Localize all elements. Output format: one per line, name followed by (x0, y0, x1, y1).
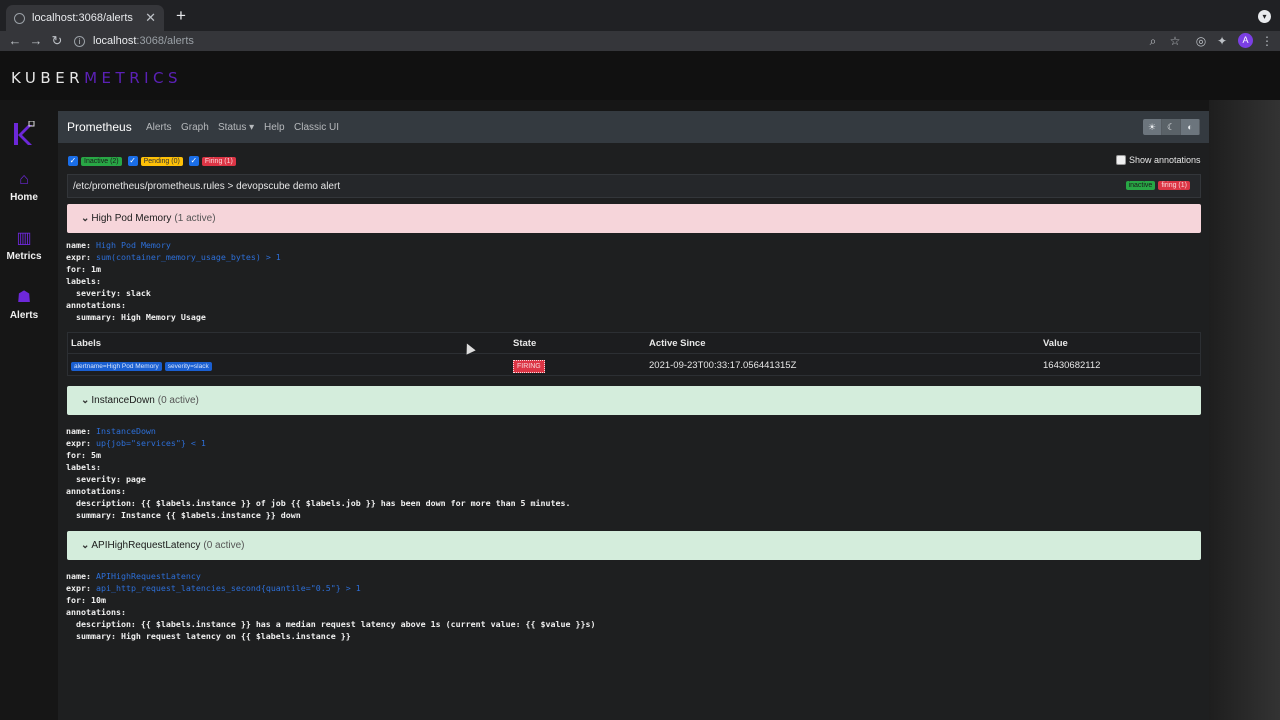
sidebar-item-home[interactable]: ⌂ Home (0, 171, 48, 204)
checkbox-icon[interactable]: ✓ (127, 156, 138, 166)
filter-inactive[interactable]: ✓ Inactive (2) (68, 155, 122, 167)
alert-value: 16430682112 (1043, 360, 1101, 371)
nav-link-alerts[interactable]: Alerts (146, 122, 172, 133)
table-header: Labels State Active Since Value (68, 333, 1200, 354)
metrics-icon: ▥ (16, 230, 32, 247)
nav-link-status[interactable]: Status ▾ (218, 122, 254, 133)
alert-api-high-request-latency[interactable]: ⌄ APIHighRequestLatency (0 active) (67, 531, 1201, 560)
puzzle-icon[interactable]: ✦ (1214, 32, 1230, 50)
prometheus-brand[interactable]: Prometheus (67, 120, 132, 134)
rule-file-header: /etc/prometheus/prometheus.rules > devop… (67, 174, 1201, 198)
moon-icon[interactable]: ☾ (1162, 119, 1181, 135)
checkbox-unchecked[interactable] (1116, 155, 1126, 165)
chevron-down-icon: ⌄ (81, 213, 90, 224)
page-scroll-region[interactable] (1209, 100, 1280, 720)
tab-title: localhost:3068/alerts (32, 12, 133, 24)
chevron-down-icon[interactable]: ▾ (1258, 10, 1271, 23)
state-filters: ✓ Inactive (2) ✓ Pending (0) ✓ Firing (1… (68, 155, 236, 167)
browser-tabstrip: localhost:3068/alerts ✕ + ▾ (0, 0, 1280, 31)
rule-file-path: /etc/prometheus/prometheus.rules > devop… (73, 181, 341, 192)
sun-icon[interactable]: ☀ (1143, 119, 1162, 135)
sidebar-item-metrics[interactable]: ▥ Metrics (0, 230, 48, 263)
active-since: 2021-09-23T00:33:17.056441315Z (649, 360, 797, 371)
reload-icon[interactable]: ↻ (48, 32, 66, 50)
profile-avatar[interactable]: A (1238, 33, 1253, 48)
sidebar: ⌂ Home ▥ Metrics ☗ Alerts (0, 100, 48, 720)
chevron-down-icon: ⌄ (81, 395, 90, 406)
kubermetrics-logo[interactable]: KUBERMETRICS (11, 69, 182, 87)
filter-pending[interactable]: ✓ Pending (0) (127, 155, 183, 167)
forward-icon[interactable]: → (27, 32, 45, 50)
home-icon: ⌂ (19, 171, 29, 188)
contrast-icon[interactable]: ◐ (1181, 119, 1200, 135)
checkbox-icon[interactable]: ✓ (188, 156, 199, 166)
active-alerts-table: Labels State Active Since Value alertnam… (67, 332, 1201, 376)
prometheus-panel: Prometheus Alerts Graph Status ▾ Help Cl… (58, 111, 1209, 720)
alert-rule-definition: name: High Pod Memory expr: sum(containe… (66, 240, 281, 322)
alerts-icon: ☗ (16, 289, 32, 306)
nav-link-graph[interactable]: Graph (181, 122, 209, 133)
badge-firing: firing (1) (1158, 181, 1190, 190)
zoom-icon[interactable]: ⌕ (1145, 32, 1161, 50)
chevron-down-icon: ⌄ (81, 540, 90, 551)
nav-link-help[interactable]: Help (264, 122, 285, 133)
close-icon[interactable]: ✕ (145, 10, 156, 26)
prometheus-navbar: Prometheus Alerts Graph Status ▾ Help Cl… (58, 111, 1209, 143)
app-header: KUBERMETRICS (0, 51, 1280, 100)
browser-toolbar: ← → ↻ i localhost:3068/alerts ⌕ ☆ ◎ ✦ A … (0, 31, 1280, 51)
state-badge: FIRING (513, 360, 545, 373)
kebab-menu-icon[interactable]: ⋮ (1259, 32, 1275, 50)
alert-instance-down[interactable]: ⌄ InstanceDown (0 active) (67, 386, 1201, 415)
theme-toggle: ☀ ☾ ◐ (1143, 119, 1200, 135)
filter-firing[interactable]: ✓ Firing (1) (188, 155, 236, 167)
url-host: localhost (93, 35, 137, 47)
address-bar[interactable]: i localhost:3068/alerts (74, 32, 1188, 50)
checkbox-icon[interactable]: ✓ (68, 156, 78, 166)
alert-rule-definition: name: InstanceDown expr: up{job="service… (66, 426, 571, 520)
bookmark-star-icon[interactable]: ☆ (1167, 32, 1183, 50)
sidebar-item-alerts[interactable]: ☗ Alerts (0, 289, 48, 322)
back-icon[interactable]: ← (6, 32, 24, 50)
url-path: :3068/alerts (136, 35, 194, 47)
alert-high-pod-memory[interactable]: ⌄ High Pod Memory (1 active) (67, 204, 1201, 233)
nav-link-classic-ui[interactable]: Classic UI (294, 122, 339, 133)
badge-inactive: inactive (1125, 181, 1156, 190)
alert-rule-definition: name: APIHighRequestLatency expr: api_ht… (66, 571, 596, 641)
new-tab-button[interactable]: + (172, 6, 190, 26)
label-badges: alertname=High Pod Memory severity=slack (71, 360, 215, 371)
k-logo-icon (14, 121, 35, 145)
show-annotations-toggle[interactable]: Show annotations (1116, 155, 1201, 165)
info-icon[interactable]: i (74, 35, 85, 47)
browser-tab[interactable]: localhost:3068/alerts ✕ (6, 5, 164, 31)
globe-icon (14, 12, 25, 24)
extension-icon[interactable]: ◎ (1193, 32, 1209, 50)
